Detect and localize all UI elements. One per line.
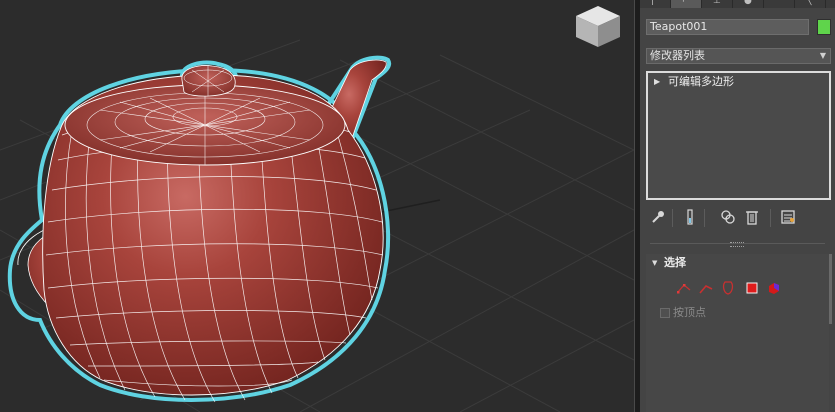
vertex-icon[interactable]	[676, 280, 692, 296]
modifier-list-label: 修改器列表	[650, 49, 705, 62]
modify-tab[interactable]: ⌐	[671, 0, 702, 8]
modifier-stack[interactable]: ▶ 可编辑多边形	[646, 71, 831, 200]
object-name-field[interactable]: Teapot001	[646, 19, 809, 35]
border-icon[interactable]	[720, 280, 736, 296]
panel-scrollbar[interactable]	[829, 254, 832, 324]
pin-stack-icon[interactable]	[650, 209, 666, 225]
command-panel: | ⌐ ⊥ ● ╲ Teapot001 修改器列表 ▼ ▶ 可编辑多边形 ▼ 选…	[640, 0, 835, 412]
command-panel-tabs: | ⌐ ⊥ ● ╲	[640, 0, 835, 8]
object-color-swatch[interactable]	[817, 19, 831, 35]
motion-tab[interactable]: ●	[733, 0, 764, 8]
subobject-level-buttons	[676, 280, 816, 296]
stack-item-editable-poly[interactable]: ▶ 可编辑多边形	[648, 75, 829, 89]
hierarchy-tab[interactable]: ⊥	[702, 0, 733, 8]
rollout-divider[interactable]	[650, 242, 825, 248]
remove-modifier-icon[interactable]	[744, 209, 760, 225]
display-tab[interactable]	[764, 0, 795, 8]
viewport-scene	[0, 6, 634, 412]
selection-rollout-title: 选择	[664, 256, 686, 269]
perspective-viewport[interactable]	[0, 0, 634, 412]
configure-modifier-sets-icon[interactable]	[780, 209, 796, 225]
show-end-result-icon[interactable]	[682, 209, 698, 225]
chevron-down-icon: ▼	[819, 51, 826, 60]
checkbox-box[interactable]	[660, 308, 670, 318]
utilities-tab[interactable]: ╲	[795, 0, 826, 8]
edge-icon[interactable]	[698, 280, 714, 296]
selection-rollout: ▼ 选择 按顶点	[646, 254, 829, 412]
modifier-stack-toolbar	[646, 207, 831, 229]
grip-icon[interactable]	[730, 242, 744, 247]
collapse-triangle-icon: ▼	[652, 259, 658, 267]
expand-triangle-icon[interactable]: ▶	[654, 75, 660, 89]
by-vertex-label: 按顶点	[673, 306, 706, 319]
viewcube-icon	[576, 6, 620, 47]
selection-rollout-header[interactable]: ▼ 选择	[646, 254, 829, 272]
make-unique-icon[interactable]	[720, 209, 736, 225]
create-tab[interactable]: |	[640, 0, 671, 8]
modifier-list-dropdown[interactable]: 修改器列表 ▼	[646, 48, 831, 64]
polygon-icon[interactable]	[744, 280, 760, 296]
element-icon[interactable]	[766, 280, 782, 296]
stack-item-label: 可编辑多边形	[668, 75, 734, 88]
